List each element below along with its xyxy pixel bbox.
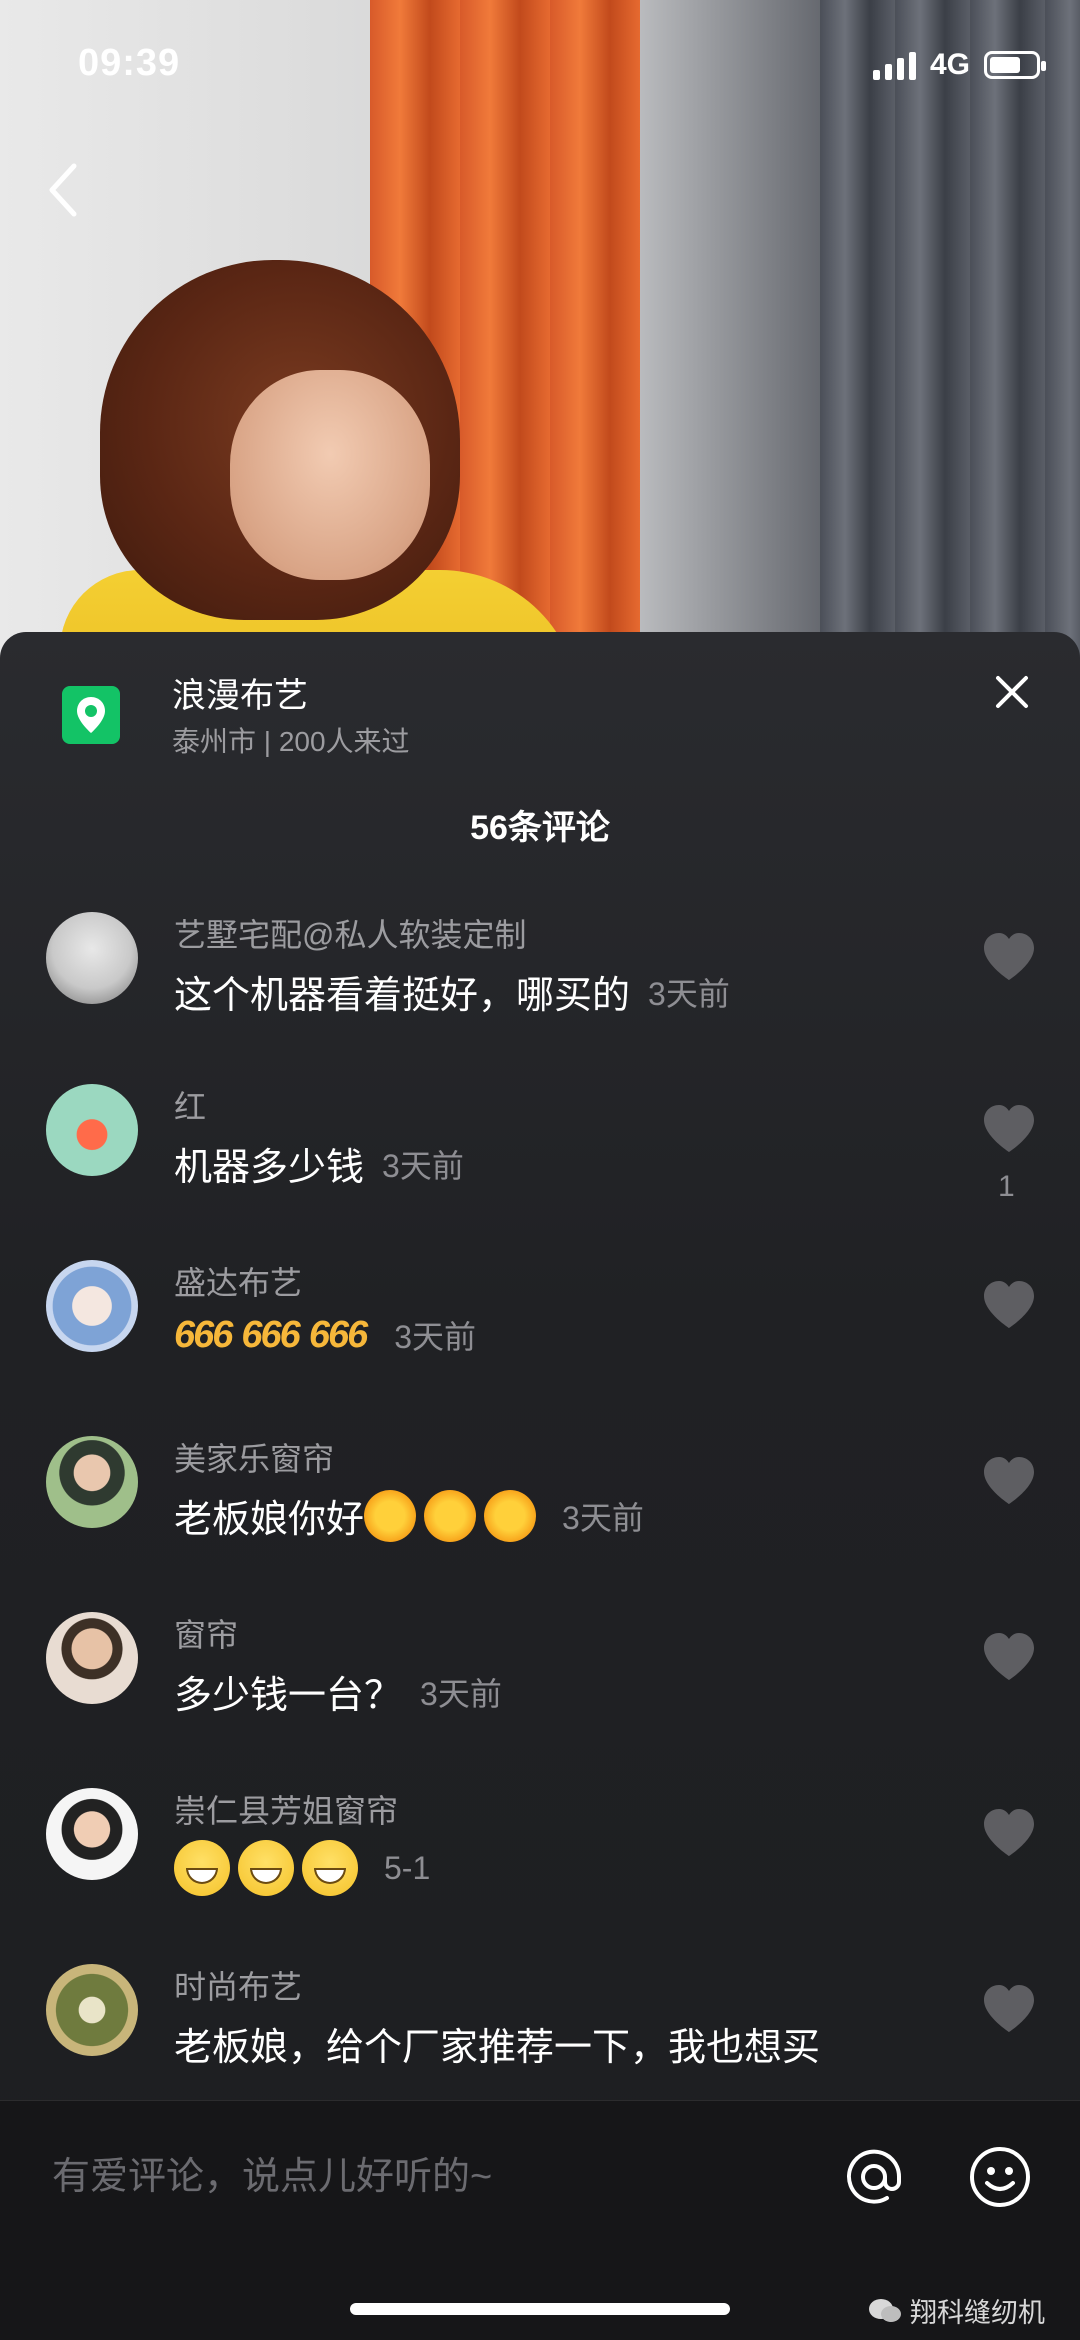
comment-username[interactable]: 时尚布艺 <box>174 1962 302 2008</box>
comment-time: 3天前 <box>394 1319 477 1355</box>
comment-item[interactable]: 美家乐窗帘 老板娘你好 3天前 <box>0 1436 1080 1606</box>
emoji-face-icon[interactable] <box>968 2145 1032 2209</box>
heart-icon[interactable] <box>980 1278 1038 1332</box>
comment-body: 这个机器看着挺好，哪买的 <box>174 975 631 1017</box>
comment-username[interactable]: 盛达布艺 <box>174 1258 302 1304</box>
heart-icon[interactable] <box>980 1630 1038 1684</box>
avatar[interactable] <box>46 1612 138 1704</box>
comment-username[interactable]: 红 <box>174 1082 206 1128</box>
at-mention-icon[interactable] <box>842 2145 906 2209</box>
avatar[interactable] <box>46 1964 138 2056</box>
comment-time: 3天前 <box>562 1499 644 1536</box>
comment-time: 3天前 <box>382 1147 464 1184</box>
comment-time: 5-1 <box>384 1849 431 1886</box>
comment-input[interactable]: 有爱评论，说点儿好听的~ <box>52 2145 492 2200</box>
grin-emoji-icon <box>302 1840 358 1896</box>
comment-body: 老板娘你好 <box>174 1499 365 1541</box>
heart-icon[interactable] <box>980 1102 1038 1156</box>
comment-body: 老板娘，给个厂家推荐一下，我也想买 <box>174 2027 821 2069</box>
like-count: 1 <box>998 1170 1015 1203</box>
comment-text: 机器多少钱 3天前 <box>174 1136 464 1191</box>
location-name[interactable]: 浪漫布艺 <box>172 668 308 717</box>
comment-username[interactable]: 艺墅宅配@私人软装定制 <box>174 910 527 956</box>
status-time: 09:39 <box>78 42 181 84</box>
signal-icon <box>872 50 916 80</box>
comment-time: 3天前 <box>420 1675 502 1712</box>
grin-emoji-icon <box>238 1840 294 1896</box>
avatar[interactable] <box>46 1788 138 1880</box>
status-icons: 4G <box>872 48 1046 82</box>
comment-text: 老板娘你好 3天前 <box>174 1488 644 1543</box>
comment-text: 5-1 <box>174 1840 430 1896</box>
sun-emoji-icon <box>424 1489 477 1542</box>
avatar[interactable] <box>46 1436 138 1528</box>
comment-count-title: 56条评论 <box>470 809 610 847</box>
watermark-text: 翔科缝纫机 <box>910 2298 1045 2328</box>
comment-item[interactable]: 崇仁县芳姐窗帘 5-1 <box>0 1788 1080 1958</box>
heart-icon[interactable] <box>980 1806 1038 1860</box>
close-icon[interactable] <box>990 670 1034 714</box>
comment-item[interactable]: 艺墅宅配@私人软装定制 这个机器看着挺好，哪买的 3天前 <box>0 912 1080 1082</box>
comment-text: 老板娘，给个厂家推荐一下，我也想买 <box>174 2016 820 2071</box>
comments-panel: 浪漫布艺 泰州市 | 200人来过 56条评论 艺墅宅配@私人软装定制 这个机器… <box>0 632 1080 2339</box>
comment-time: 3天前 <box>648 975 730 1012</box>
comment-text: 666 666 666 3天前 <box>174 1312 476 1358</box>
back-arrow-icon[interactable] <box>44 160 84 220</box>
emoji-666: 666 <box>174 1313 233 1356</box>
comment-username[interactable]: 崇仁县芳姐窗帘 <box>174 1786 398 1832</box>
location-pin-icon[interactable] <box>62 686 120 744</box>
avatar[interactable] <box>46 1260 138 1352</box>
grin-emoji-icon <box>174 1840 230 1896</box>
heart-icon[interactable] <box>980 1982 1038 2036</box>
sun-emoji-icon <box>364 1489 417 1542</box>
home-indicator[interactable] <box>350 2303 730 2315</box>
wechat-icon <box>869 2298 901 2322</box>
comment-text: 这个机器看着挺好，哪买的 3天前 <box>174 964 730 1019</box>
comment-item[interactable]: 窗帘 多少钱一台？ 3天前 <box>0 1612 1080 1782</box>
comment-username[interactable]: 美家乐窗帘 <box>174 1434 334 1480</box>
emoji-666: 666 <box>308 1313 368 1356</box>
wechat-watermark: 翔科缝纫机 <box>868 2291 1045 2330</box>
comment-username[interactable]: 窗帘 <box>174 1610 238 1656</box>
avatar[interactable] <box>46 1084 138 1176</box>
comment-input-bar: 有爱评论，说点儿好听的~ 翔科缝纫机 <box>0 2100 1080 2340</box>
avatar[interactable] <box>46 912 138 1004</box>
battery-icon <box>984 51 1046 79</box>
video-person <box>60 250 580 660</box>
network-type: 4G <box>929 48 970 81</box>
status-bar: 09:39 4G <box>0 0 1080 130</box>
comment-body: 多少钱一台？ <box>174 1675 403 1717</box>
emoji-666: 666 <box>241 1313 300 1356</box>
comment-body: 机器多少钱 <box>174 1147 365 1189</box>
heart-icon[interactable] <box>980 930 1038 984</box>
location-subtitle: 泰州市 | 200人来过 <box>172 726 410 757</box>
sun-emoji-icon <box>484 1489 537 1542</box>
comment-text: 多少钱一台？ 3天前 <box>174 1664 502 1719</box>
comment-item[interactable]: 红 机器多少钱 3天前 1 <box>0 1084 1080 1254</box>
heart-icon[interactable] <box>980 1454 1038 1508</box>
comment-item[interactable]: 盛达布艺 666 666 666 3天前 <box>0 1260 1080 1430</box>
